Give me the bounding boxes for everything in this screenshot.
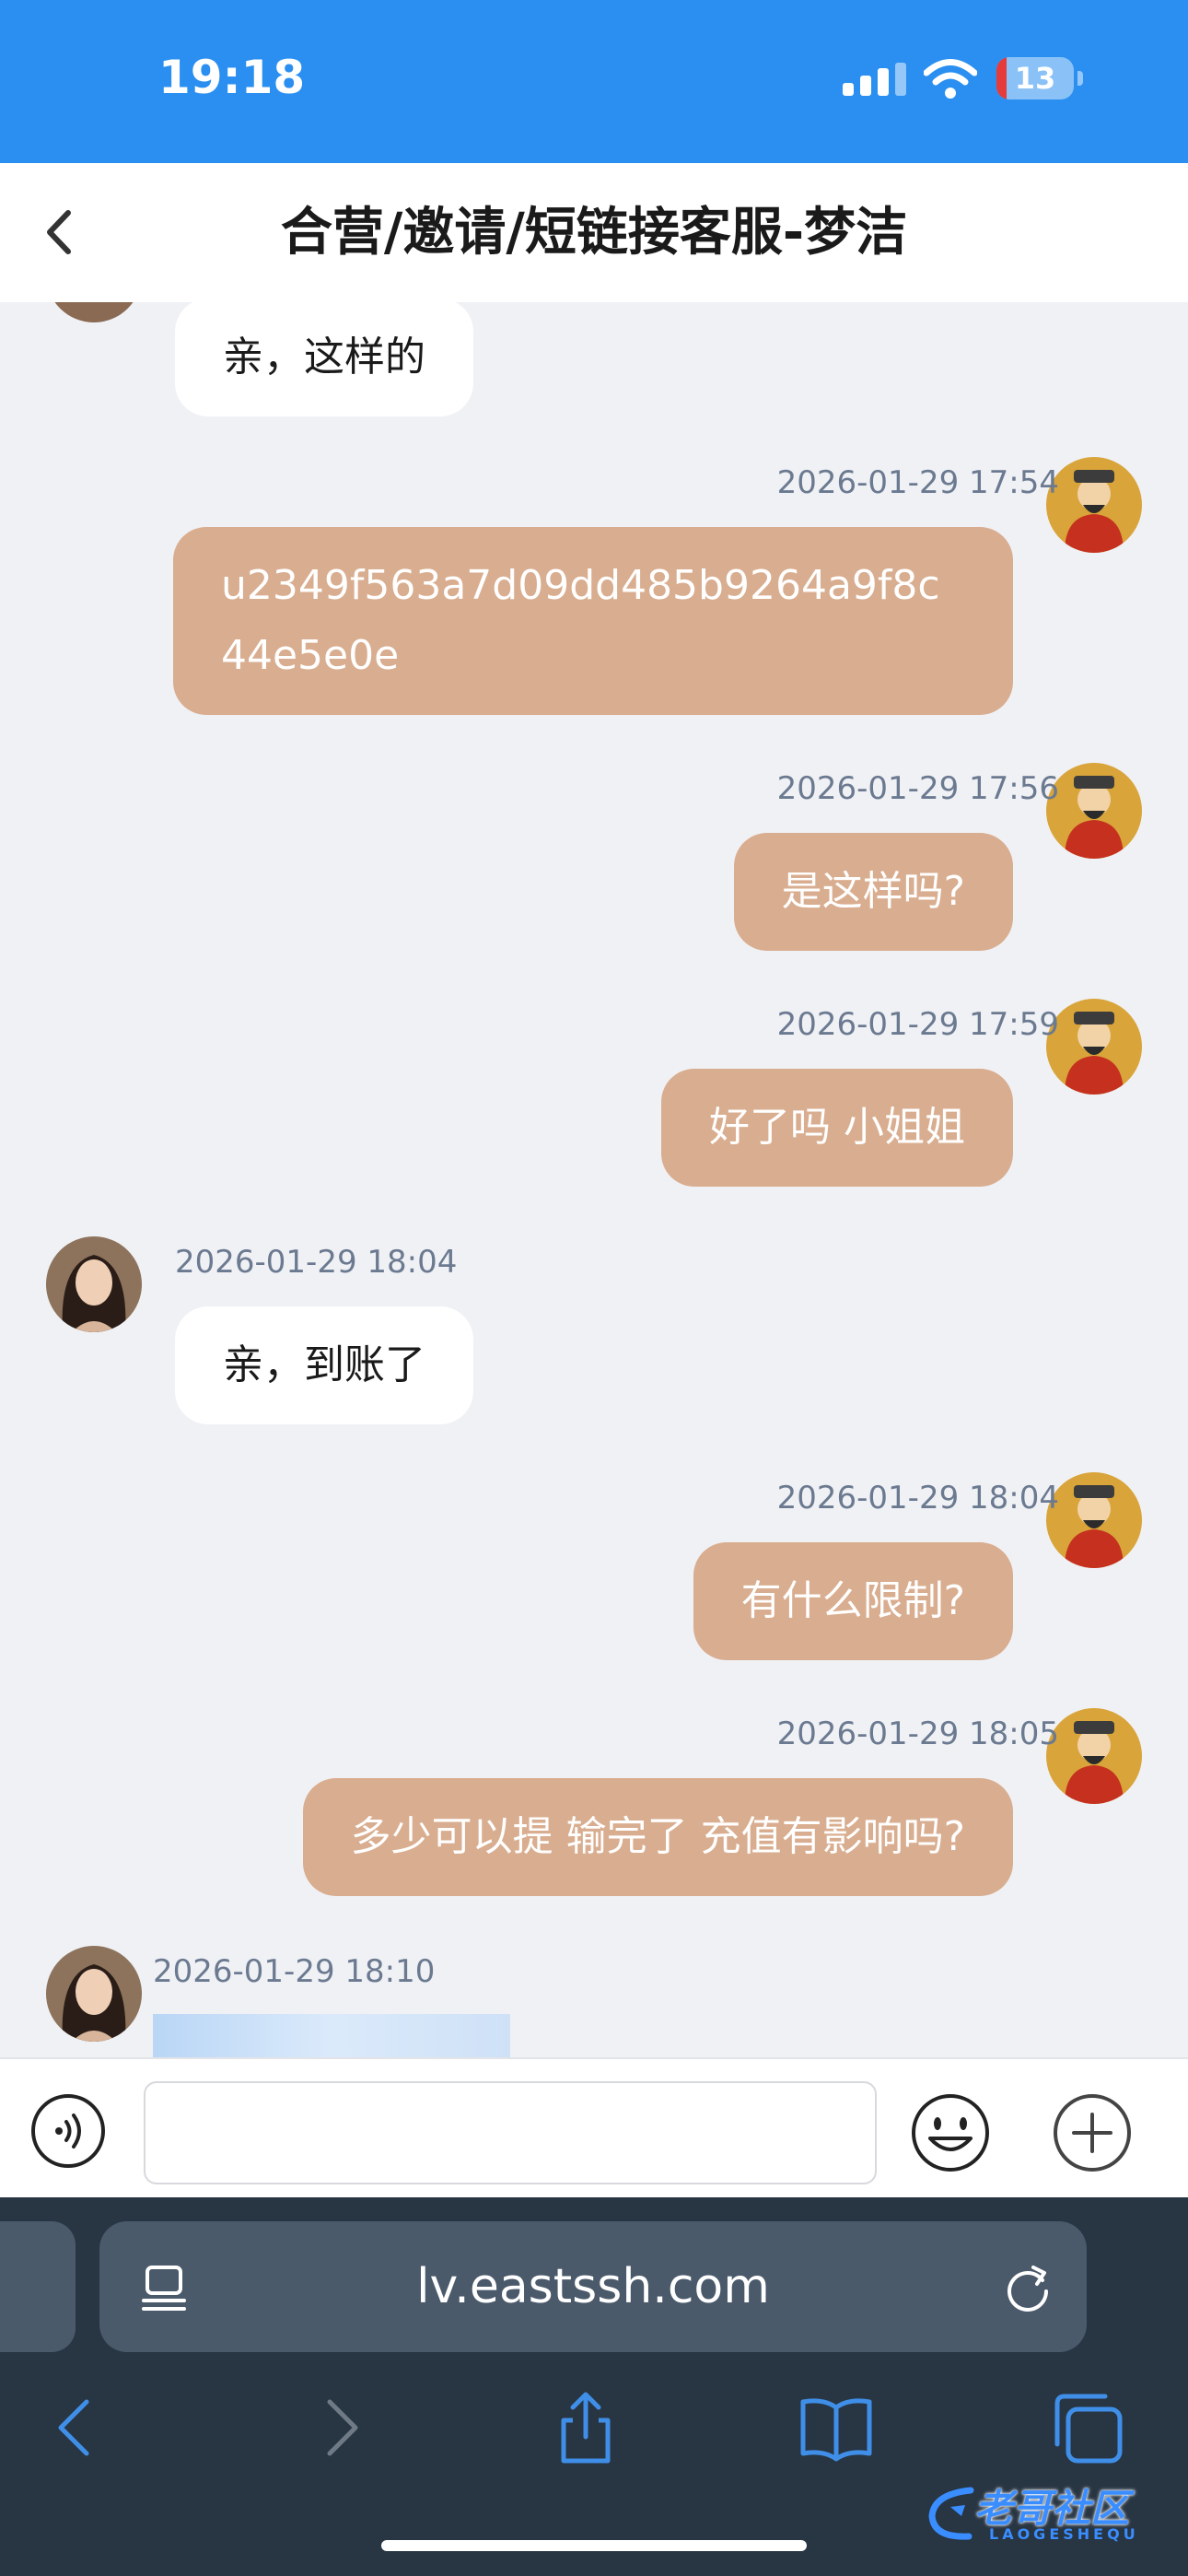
user-avatar[interactable] xyxy=(1046,457,1142,553)
wifi-icon xyxy=(924,59,977,99)
smiley-icon[interactable] xyxy=(910,2092,991,2173)
nav-back-icon[interactable] xyxy=(39,2389,116,2466)
voice-icon[interactable] xyxy=(29,2092,107,2170)
god-of-wealth-avatar-icon xyxy=(1046,1708,1142,1804)
message-input-bar xyxy=(0,2057,1188,2197)
user-avatar[interactable] xyxy=(1046,1708,1142,1804)
message-image-thumbnail[interactable] xyxy=(153,2014,510,2057)
user-avatar[interactable] xyxy=(1046,999,1142,1095)
url-text: lv.eastssh.com xyxy=(416,2259,770,2314)
message-bubble-incoming[interactable]: 亲，到账了 xyxy=(175,1306,473,1424)
message-bubble-outgoing[interactable]: 是这样吗? xyxy=(733,833,1013,951)
god-of-wealth-avatar-icon xyxy=(1046,1472,1142,1568)
user-avatar[interactable] xyxy=(1046,763,1142,859)
status-bar: 19:18 13 xyxy=(0,0,1188,163)
back-button[interactable] xyxy=(28,200,92,264)
message-timestamp: 2026-01-29 17:54 xyxy=(776,464,1059,501)
tabs-icon[interactable] xyxy=(1050,2389,1127,2466)
message-timestamp: 2026-01-29 18:04 xyxy=(175,1244,458,1281)
share-icon[interactable] xyxy=(547,2389,624,2466)
agent-avatar[interactable] xyxy=(46,302,142,322)
page-title: 合营/邀请/短链接客服-梦洁 xyxy=(280,203,908,263)
battery-percent: 13 xyxy=(1014,61,1056,96)
agent-photo-icon xyxy=(46,1236,142,1332)
plus-circle-icon[interactable] xyxy=(1052,2092,1133,2173)
reload-icon[interactable] xyxy=(1000,2260,1055,2315)
previous-tab[interactable] xyxy=(0,2221,76,2352)
address-bar[interactable]: lv.eastssh.com xyxy=(99,2221,1087,2352)
chat-area[interactable]: 亲，这样的 2026-01-29 17:54 u2349f563a7d09dd4… xyxy=(0,302,1188,2057)
god-of-wealth-avatar-icon xyxy=(1046,999,1142,1095)
watermark-subtext: LAOGESHEQU xyxy=(989,2525,1139,2543)
message-timestamp: 2026-01-29 17:59 xyxy=(776,1006,1059,1043)
agent-photo-icon xyxy=(46,1946,142,2042)
battery-indicator: 13 xyxy=(996,57,1083,101)
agent-avatar[interactable] xyxy=(46,1236,142,1332)
message-timestamp: 2026-01-29 18:05 xyxy=(776,1715,1059,1752)
message-bubble-incoming[interactable]: 亲，这样的 xyxy=(175,302,473,416)
god-of-wealth-avatar-icon xyxy=(1046,457,1142,553)
cellular-signal-icon xyxy=(843,63,906,96)
book-icon[interactable] xyxy=(798,2389,875,2466)
god-of-wealth-avatar-icon xyxy=(1046,763,1142,859)
watermark-logo: 老哥社区 LAOGESHEQU xyxy=(925,2474,1179,2553)
nav-forward-icon[interactable] xyxy=(300,2389,378,2466)
home-indicator[interactable] xyxy=(381,2540,807,2551)
chat-header: 合营/邀请/短链接客服-梦洁 xyxy=(0,163,1188,302)
message-bubble-outgoing[interactable]: u2349f563a7d09dd485b9264a9f8c44e5e0e xyxy=(173,527,1013,715)
message-bubble-outgoing[interactable]: 有什么限制? xyxy=(693,1542,1013,1660)
dragon-icon xyxy=(928,2487,974,2540)
message-input[interactable] xyxy=(144,2081,877,2184)
agent-avatar[interactable] xyxy=(46,1946,142,2042)
message-timestamp: 2026-01-29 18:10 xyxy=(153,1953,436,1990)
message-bubble-outgoing[interactable]: 多少可以提 输完了 充值有影响吗? xyxy=(302,1778,1013,1896)
status-time: 19:18 xyxy=(158,51,306,104)
user-avatar[interactable] xyxy=(1046,1472,1142,1568)
message-bubble-outgoing[interactable]: 好了吗 小姐姐 xyxy=(661,1069,1013,1187)
message-timestamp: 2026-01-29 17:56 xyxy=(776,770,1059,807)
message-timestamp: 2026-01-29 18:04 xyxy=(776,1480,1059,1516)
